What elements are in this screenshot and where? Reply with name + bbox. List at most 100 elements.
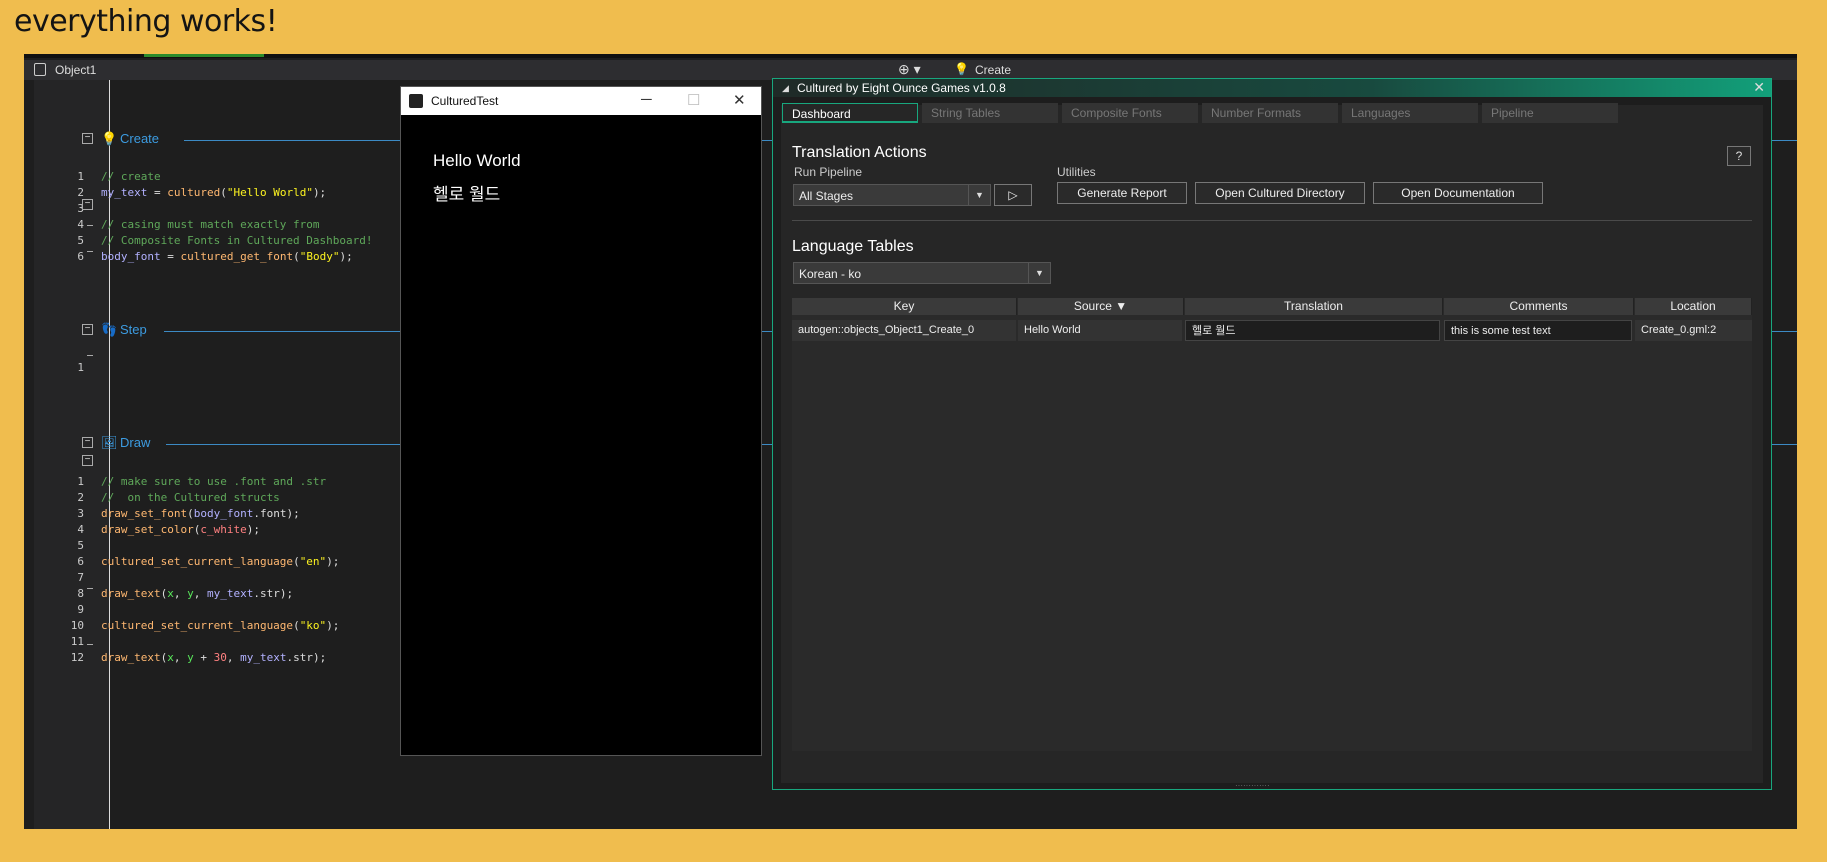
tab-composite-fonts[interactable]: Composite Fonts [1062, 103, 1198, 123]
language-select-value: Korean - ko [799, 267, 862, 281]
game-text-en: Hello World [433, 151, 521, 170]
language-table: Key Source ▼ Translation Comments Locati… [792, 298, 1752, 751]
fold-toggle-icon[interactable]: − [82, 455, 93, 466]
fold-end-marker [87, 225, 93, 226]
current-event-label[interactable]: Create [975, 63, 1011, 77]
event-name: Draw [120, 435, 151, 450]
code-line[interactable]: my_text = cultured("Hello World"); [101, 186, 326, 199]
pipeline-select-value: All Stages [799, 189, 854, 203]
code-line[interactable]: // on the Cultured structs [101, 491, 280, 504]
open-documentation-button[interactable]: Open Documentation [1373, 182, 1543, 204]
resize-grip[interactable]: ············· [1235, 781, 1270, 790]
line-number: 1 [77, 170, 84, 183]
code-line[interactable]: // casing must match exactly from [101, 218, 320, 231]
line-number: 3 [77, 507, 84, 520]
line-number: 6 [77, 555, 84, 568]
cell-location: Create_0.gml:2 [1635, 320, 1752, 341]
maximize-icon[interactable]: ☐ [687, 91, 700, 109]
collapse-toggle-icon[interactable]: − [82, 324, 93, 335]
panel-close-icon[interactable]: ✕ [1753, 79, 1765, 96]
cell-translation-input[interactable]: 헬로 월드 [1185, 320, 1440, 341]
add-event-icon[interactable]: ⊕ ▾ [898, 61, 921, 78]
line-number: 5 [77, 234, 84, 247]
line-number: 9 [77, 603, 84, 616]
image-icon: 🖼 [101, 435, 118, 450]
panel-titlebar[interactable]: ◢ Cultured by Eight Ounce Games v1.0.8 ✕ [773, 79, 1771, 97]
code-line[interactable]: // make sure to use .font and .str [101, 475, 326, 488]
cell-comments-input[interactable]: this is some test text [1444, 320, 1632, 341]
code-line[interactable]: cultured_set_current_language("en"); [101, 555, 339, 568]
code-line[interactable]: // create [101, 170, 161, 183]
close-icon[interactable]: ✕ [733, 91, 746, 109]
code-line[interactable]: draw_set_font(body_font.font); [101, 507, 300, 520]
code-line[interactable]: // Composite Fonts in Cultured Dashboard… [101, 234, 373, 247]
language-select[interactable]: Korean - ko ▼ [793, 262, 1051, 284]
fold-end-marker [87, 251, 93, 252]
code-line[interactable]: draw_set_color(c_white); [101, 523, 260, 536]
fold-end-marker [87, 644, 93, 645]
generate-report-button[interactable]: Generate Report [1057, 182, 1187, 204]
line-number: 12 [70, 651, 84, 664]
code-line[interactable]: draw_text(x, y + 30, my_text.str); [101, 651, 326, 664]
run-pipeline-button[interactable]: ▷ [994, 184, 1032, 206]
collapse-icon[interactable]: ◢ [782, 83, 789, 94]
tab-number-formats[interactable]: Number Formats [1202, 103, 1338, 123]
lightbulb-icon: 💡 [954, 62, 969, 76]
cell-source: Hello World [1018, 320, 1182, 341]
help-button[interactable]: ? [1727, 146, 1751, 166]
line-number: 7 [77, 571, 84, 584]
collapse-toggle-icon[interactable]: − [82, 133, 93, 144]
game-text-ko: 헬로 월드 [433, 185, 501, 204]
editor-top-strip [24, 54, 1797, 58]
collapse-toggle-icon[interactable]: − [82, 437, 93, 448]
translation-actions-title: Translation Actions [792, 144, 927, 161]
code-line[interactable]: cultured_set_current_language("ko"); [101, 619, 339, 632]
lightbulb-icon: 💡 [101, 131, 118, 146]
pipeline-select[interactable]: All Stages ▼ [793, 184, 991, 206]
object-name: Object1 [55, 63, 97, 77]
editor-titlebar: Object1 ⊕ ▾ 💡 Create [24, 60, 1797, 80]
object-icon [34, 63, 46, 76]
column-header-translation[interactable]: Translation [1185, 298, 1443, 315]
line-number: 6 [77, 250, 84, 263]
line-number: 3 [77, 202, 84, 215]
code-line[interactable]: draw_text(x, y, my_text.str); [101, 587, 293, 600]
column-header-key[interactable]: Key [792, 298, 1017, 315]
chevron-down-icon: ▼ [968, 185, 990, 205]
chevron-down-icon: ▼ [1028, 263, 1050, 283]
game-title: CulturedTest [431, 94, 499, 108]
line-number: 4 [77, 523, 84, 536]
line-number: 2 [77, 186, 84, 199]
line-number: 4 [77, 218, 84, 231]
run-pipeline-label: Run Pipeline [794, 165, 863, 179]
tab-pipeline[interactable]: Pipeline [1482, 103, 1618, 123]
banner-text: everything works! [14, 4, 278, 39]
line-number: 2 [77, 491, 84, 504]
tab-string-tables[interactable]: String Tables [922, 103, 1058, 123]
open-cultured-directory-button[interactable]: Open Cultured Directory [1195, 182, 1365, 204]
column-header-comments[interactable]: Comments [1444, 298, 1634, 315]
language-tables-title: Language Tables [792, 238, 914, 255]
minimize-icon[interactable]: ─ [641, 91, 652, 108]
game-window: CulturedTest ─ ☐ ✕ Hello World 헬로 월드 [400, 86, 762, 756]
line-number: 5 [77, 539, 84, 552]
tab-languages[interactable]: Languages [1342, 103, 1478, 123]
play-icon: ▷ [1008, 188, 1018, 202]
tab-dashboard[interactable]: Dashboard [782, 103, 918, 123]
line-number: 11 [70, 635, 84, 648]
panel-title: Cultured by Eight Ounce Games v1.0.8 [797, 81, 1006, 95]
fold-toggle-icon[interactable]: − [82, 199, 93, 210]
line-number: 1 [77, 475, 84, 488]
line-number: 8 [77, 587, 84, 600]
line-number: 1 [77, 361, 84, 374]
column-header-source[interactable]: Source ▼ [1018, 298, 1184, 315]
line-number: 10 [70, 619, 84, 632]
event-name: Create [120, 131, 160, 146]
column-header-location[interactable]: Location [1635, 298, 1752, 315]
event-name: Step [120, 322, 147, 337]
game-icon [409, 94, 423, 108]
game-titlebar: CulturedTest ─ ☐ ✕ [401, 87, 761, 115]
fold-end-marker [87, 355, 93, 356]
fold-end-marker [87, 588, 93, 589]
code-line[interactable]: body_font = cultured_get_font("Body"); [101, 250, 353, 263]
